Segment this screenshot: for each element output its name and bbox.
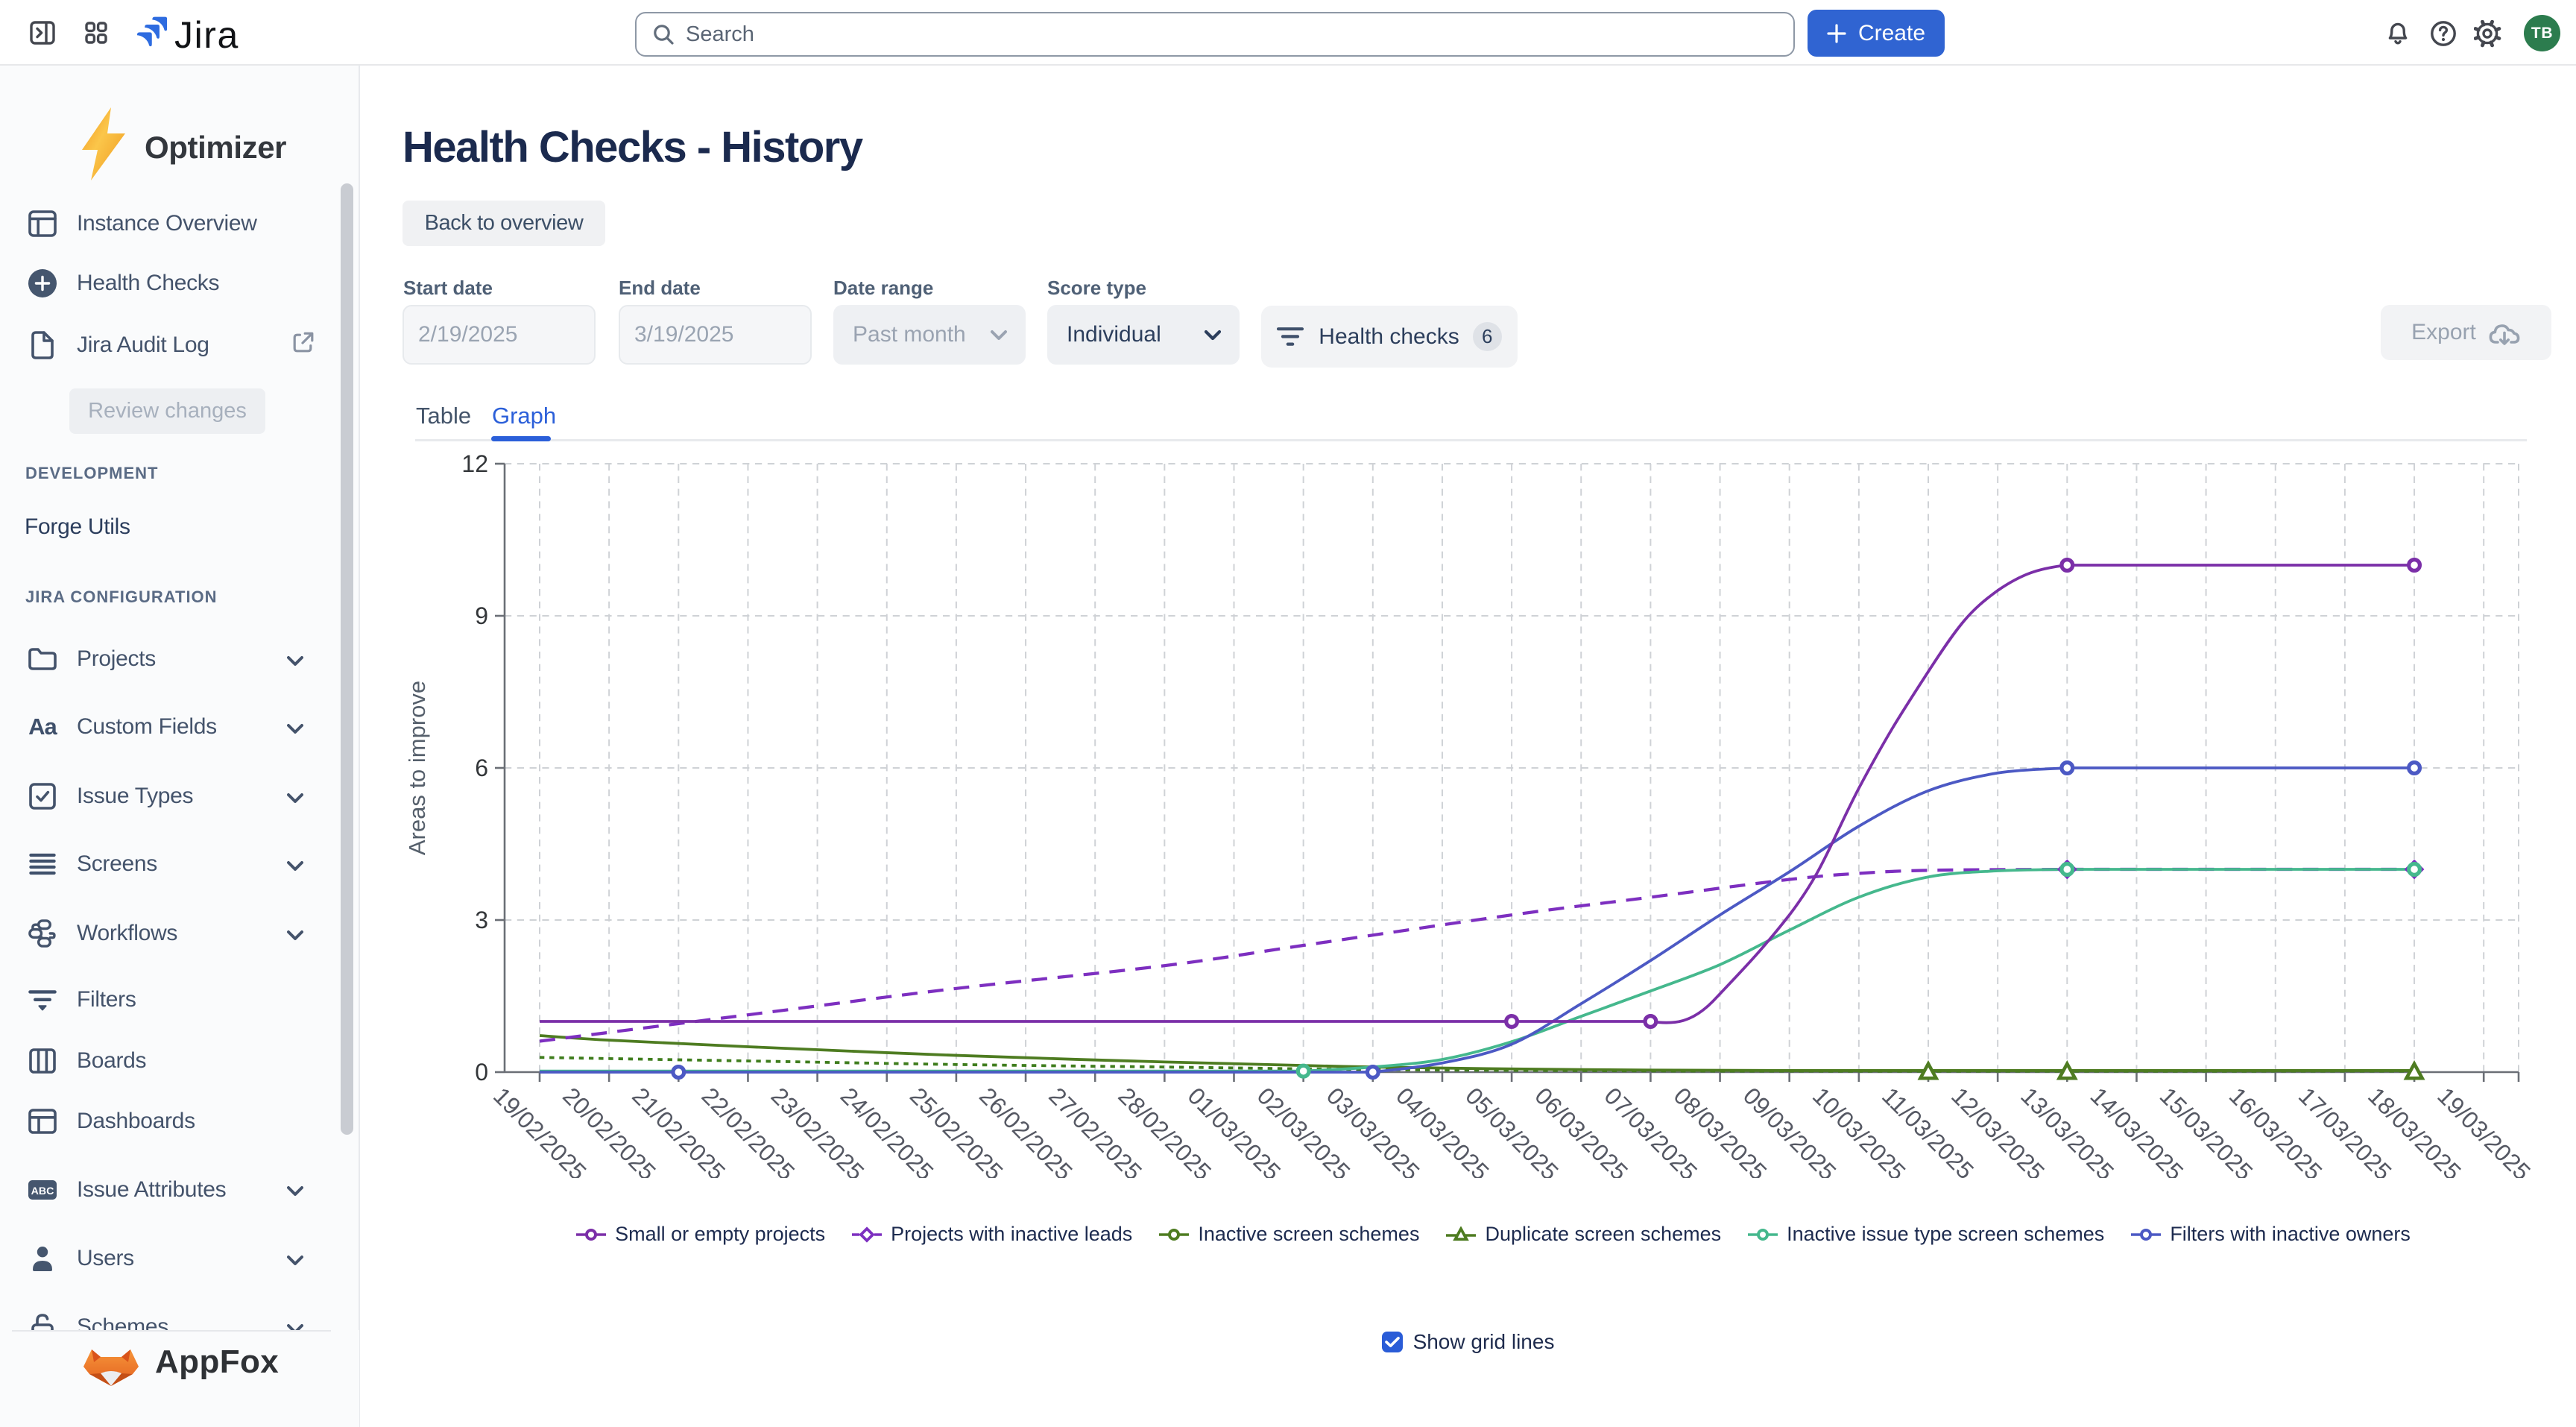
svg-text:9: 9 (475, 602, 488, 629)
svg-text:0: 0 (475, 1059, 488, 1086)
svg-text:Areas to improve: Areas to improve (404, 681, 430, 855)
svg-text:ABC: ABC (31, 1185, 54, 1197)
svg-text:12: 12 (461, 450, 488, 477)
svg-text:3: 3 (475, 907, 488, 933)
svg-text:6: 6 (475, 755, 488, 781)
